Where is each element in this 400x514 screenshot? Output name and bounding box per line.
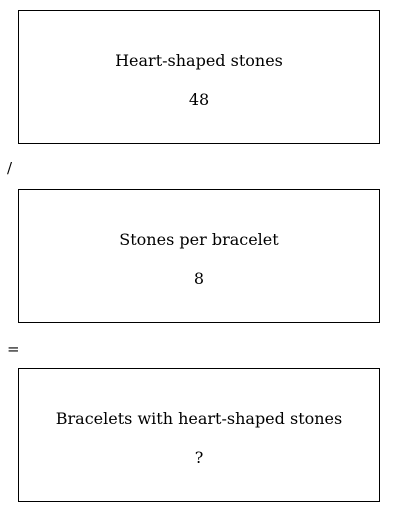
dividend-label: Heart-shaped stones [115,51,283,70]
quotient-value: ? [194,448,204,467]
divisor-value: 8 [193,269,205,288]
quotient-box: Bracelets with heart-shaped stones ? [18,368,380,502]
quotient-label: Bracelets with heart-shaped stones [55,409,343,428]
divisor-box: Stones per bracelet 8 [18,189,380,323]
division-operator: / [7,159,13,177]
equals-operator: = [7,340,20,358]
dividend-box: Heart-shaped stones 48 [18,10,380,144]
divisor-label: Stones per bracelet [119,230,279,249]
dividend-value: 48 [188,90,210,109]
